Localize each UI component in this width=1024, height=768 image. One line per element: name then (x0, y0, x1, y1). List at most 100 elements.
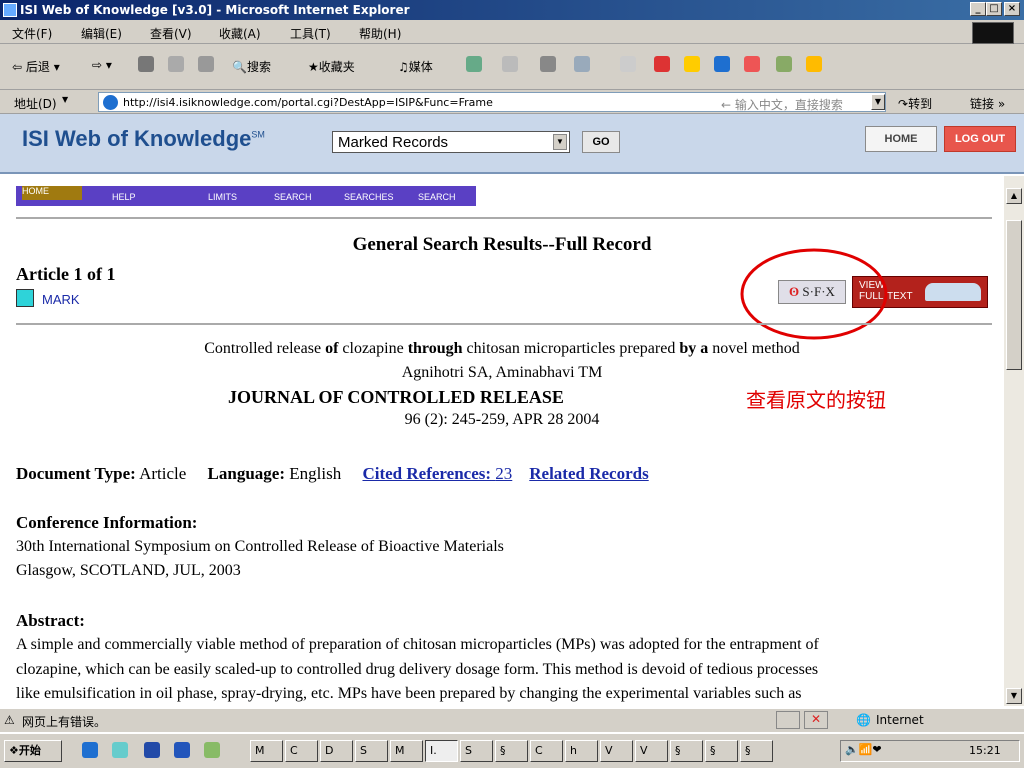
menu-view[interactable]: 查看(V) (150, 25, 192, 42)
logout-button[interactable]: LOG OUT (944, 126, 1016, 152)
tray-icons[interactable]: 🔈📶❤ (845, 743, 882, 756)
record-journal: JOURNAL OF CONTROLLED RELEASE (228, 387, 564, 407)
tool-icon[interactable] (776, 56, 792, 72)
qq-icon[interactable] (744, 56, 760, 72)
history-icon[interactable] (466, 56, 482, 72)
forward-button[interactable]: ⇨ ▾ (92, 58, 112, 72)
globe-icon[interactable] (714, 56, 730, 72)
favorites-button[interactable]: ★收藏夹 (308, 58, 355, 75)
marked-records-select[interactable]: Marked Records ▼ (332, 131, 570, 153)
task-2[interactable]: C (285, 740, 318, 762)
quicklaunch-edit-icon[interactable] (204, 742, 220, 758)
task-10[interactable]: h (565, 740, 598, 762)
start-button[interactable]: ❖开始 (4, 740, 62, 762)
zone-globe-icon: 🌐 (856, 713, 871, 727)
menu-edit[interactable]: 编辑(E) (81, 25, 122, 42)
mail-icon[interactable] (502, 56, 518, 72)
scroll-up-arrow[interactable]: ▲ (1006, 188, 1022, 204)
menu-file[interactable]: 文件(F) (12, 25, 52, 42)
language: English (289, 464, 342, 483)
edit-icon[interactable] (574, 56, 590, 72)
isi-logo-sm: SM (251, 129, 265, 140)
mark-checkbox[interactable] (16, 289, 34, 307)
nav-home[interactable]: HOME (22, 186, 82, 200)
task-3[interactable]: D (320, 740, 353, 762)
clock[interactable]: 15:21 (969, 744, 1001, 757)
article-count: Article 1 of 1 (16, 264, 116, 284)
search-label: 搜索 (246, 60, 271, 74)
vertical-scrollbar[interactable]: ▲ ▼ (1004, 176, 1024, 706)
status-warning-icon: ⚠ (4, 713, 15, 727)
scroll-down-arrow[interactable]: ▼ (1006, 688, 1022, 704)
menu-tools[interactable]: 工具(T) (290, 25, 331, 42)
taskbar: ❖开始 M C D S M I. S § C h V V § § § 🔈📶❤ 1… (0, 732, 1024, 768)
back-button[interactable]: ⇦ 后退 ▾ (12, 58, 60, 75)
isi-logo[interactable]: ISI Web of KnowledgeSM (22, 126, 265, 152)
privacy-icon[interactable]: ✕ (804, 711, 828, 729)
print-icon[interactable] (540, 56, 556, 72)
system-tray: 🔈📶❤ 15:21 (840, 740, 1020, 762)
doc-type: Article (139, 464, 187, 483)
cited-references-link[interactable]: Cited References: 23 (362, 464, 512, 483)
status-text[interactable]: 网页上有错误。 (22, 713, 106, 730)
stop-icon[interactable] (138, 56, 154, 72)
address-input[interactable]: http://isi4.isiknowledge.com/portal.cgi?… (98, 92, 886, 112)
task-7[interactable]: S (460, 740, 493, 762)
menu-favorites[interactable]: 收藏(A) (219, 25, 261, 42)
task-1[interactable]: M (250, 740, 283, 762)
task-4[interactable]: S (355, 740, 388, 762)
related-records-link[interactable]: Related Records (529, 464, 648, 483)
home-icon[interactable] (198, 56, 214, 72)
address-dropdown-arrow[interactable]: ▼ (62, 95, 68, 104)
close-button[interactable]: × (1004, 2, 1020, 16)
task-15[interactable]: § (740, 740, 773, 762)
go-select-button[interactable]: GO (582, 131, 620, 153)
media-label: 媒体 (408, 60, 433, 74)
record-meta: Document Type: Article Language: English… (16, 464, 649, 484)
menu-help[interactable]: 帮助(H) (359, 25, 401, 42)
task-11[interactable]: V (600, 740, 633, 762)
quicklaunch-word-icon[interactable] (144, 742, 160, 758)
nav-limits[interactable]: LIMITS (208, 192, 237, 202)
menu-bar: 文件(F) 编辑(E) 查看(V) 收藏(A) 工具(T) 帮助(H) (0, 20, 1024, 44)
task-14[interactable]: § (705, 740, 738, 762)
refresh-icon[interactable] (168, 56, 184, 72)
nav-help[interactable]: HELP (112, 192, 136, 202)
quicklaunch-ie-icon[interactable] (82, 742, 98, 758)
links-button[interactable]: 链接 » (970, 95, 1005, 112)
emoji-icon[interactable] (806, 56, 822, 72)
media-button[interactable]: ♫媒体 (398, 58, 433, 75)
select-value: Marked Records (338, 134, 449, 151)
address-history-dropdown[interactable]: ▼ (871, 94, 885, 110)
search-button[interactable]: 🔍搜索 (232, 58, 271, 75)
quicklaunch-app-icon[interactable] (174, 742, 190, 758)
language-label: Language: (207, 464, 286, 483)
nav-searches[interactable]: SEARCHES (344, 192, 394, 202)
divider-top (16, 217, 992, 219)
mark-link[interactable]: MARK (42, 292, 80, 307)
home-button[interactable]: HOME (865, 126, 937, 152)
messenger-icon[interactable] (654, 56, 670, 72)
record-title: Controlled release of clozapine through … (204, 340, 800, 357)
task-13[interactable]: § (670, 740, 703, 762)
task-12[interactable]: V (635, 740, 668, 762)
discuss-icon[interactable] (620, 56, 636, 72)
address-bar: 地址(D) ▼ http://isi4.isiknowledge.com/por… (0, 90, 1024, 114)
minimize-button[interactable]: _ (970, 2, 986, 16)
record-authors: Agnihotri SA, Aminabhavi TM (401, 364, 603, 381)
task-6-active[interactable]: I. (425, 740, 458, 762)
nav-search[interactable]: SEARCH (274, 192, 312, 202)
task-5[interactable]: M (390, 740, 423, 762)
maximize-button[interactable]: □ (986, 2, 1002, 16)
record-citation: 96 (2): 245-259, APR 28 2004 (404, 411, 600, 428)
nav-search-2[interactable]: SEARCH (418, 192, 456, 202)
task-8[interactable]: § (495, 740, 528, 762)
window-title-bar: ISI Web of Knowledge [v3.0] - Microsoft … (0, 0, 1024, 20)
conference-line-1: 30th International Symposium on Controll… (16, 538, 504, 555)
go-button[interactable]: ↷转到 (898, 95, 932, 112)
smiley-icon[interactable] (684, 56, 700, 72)
task-9[interactable]: C (530, 740, 563, 762)
scroll-thumb[interactable] (1006, 220, 1022, 370)
quicklaunch-desktop-icon[interactable] (112, 742, 128, 758)
start-label: 开始 (18, 744, 41, 757)
